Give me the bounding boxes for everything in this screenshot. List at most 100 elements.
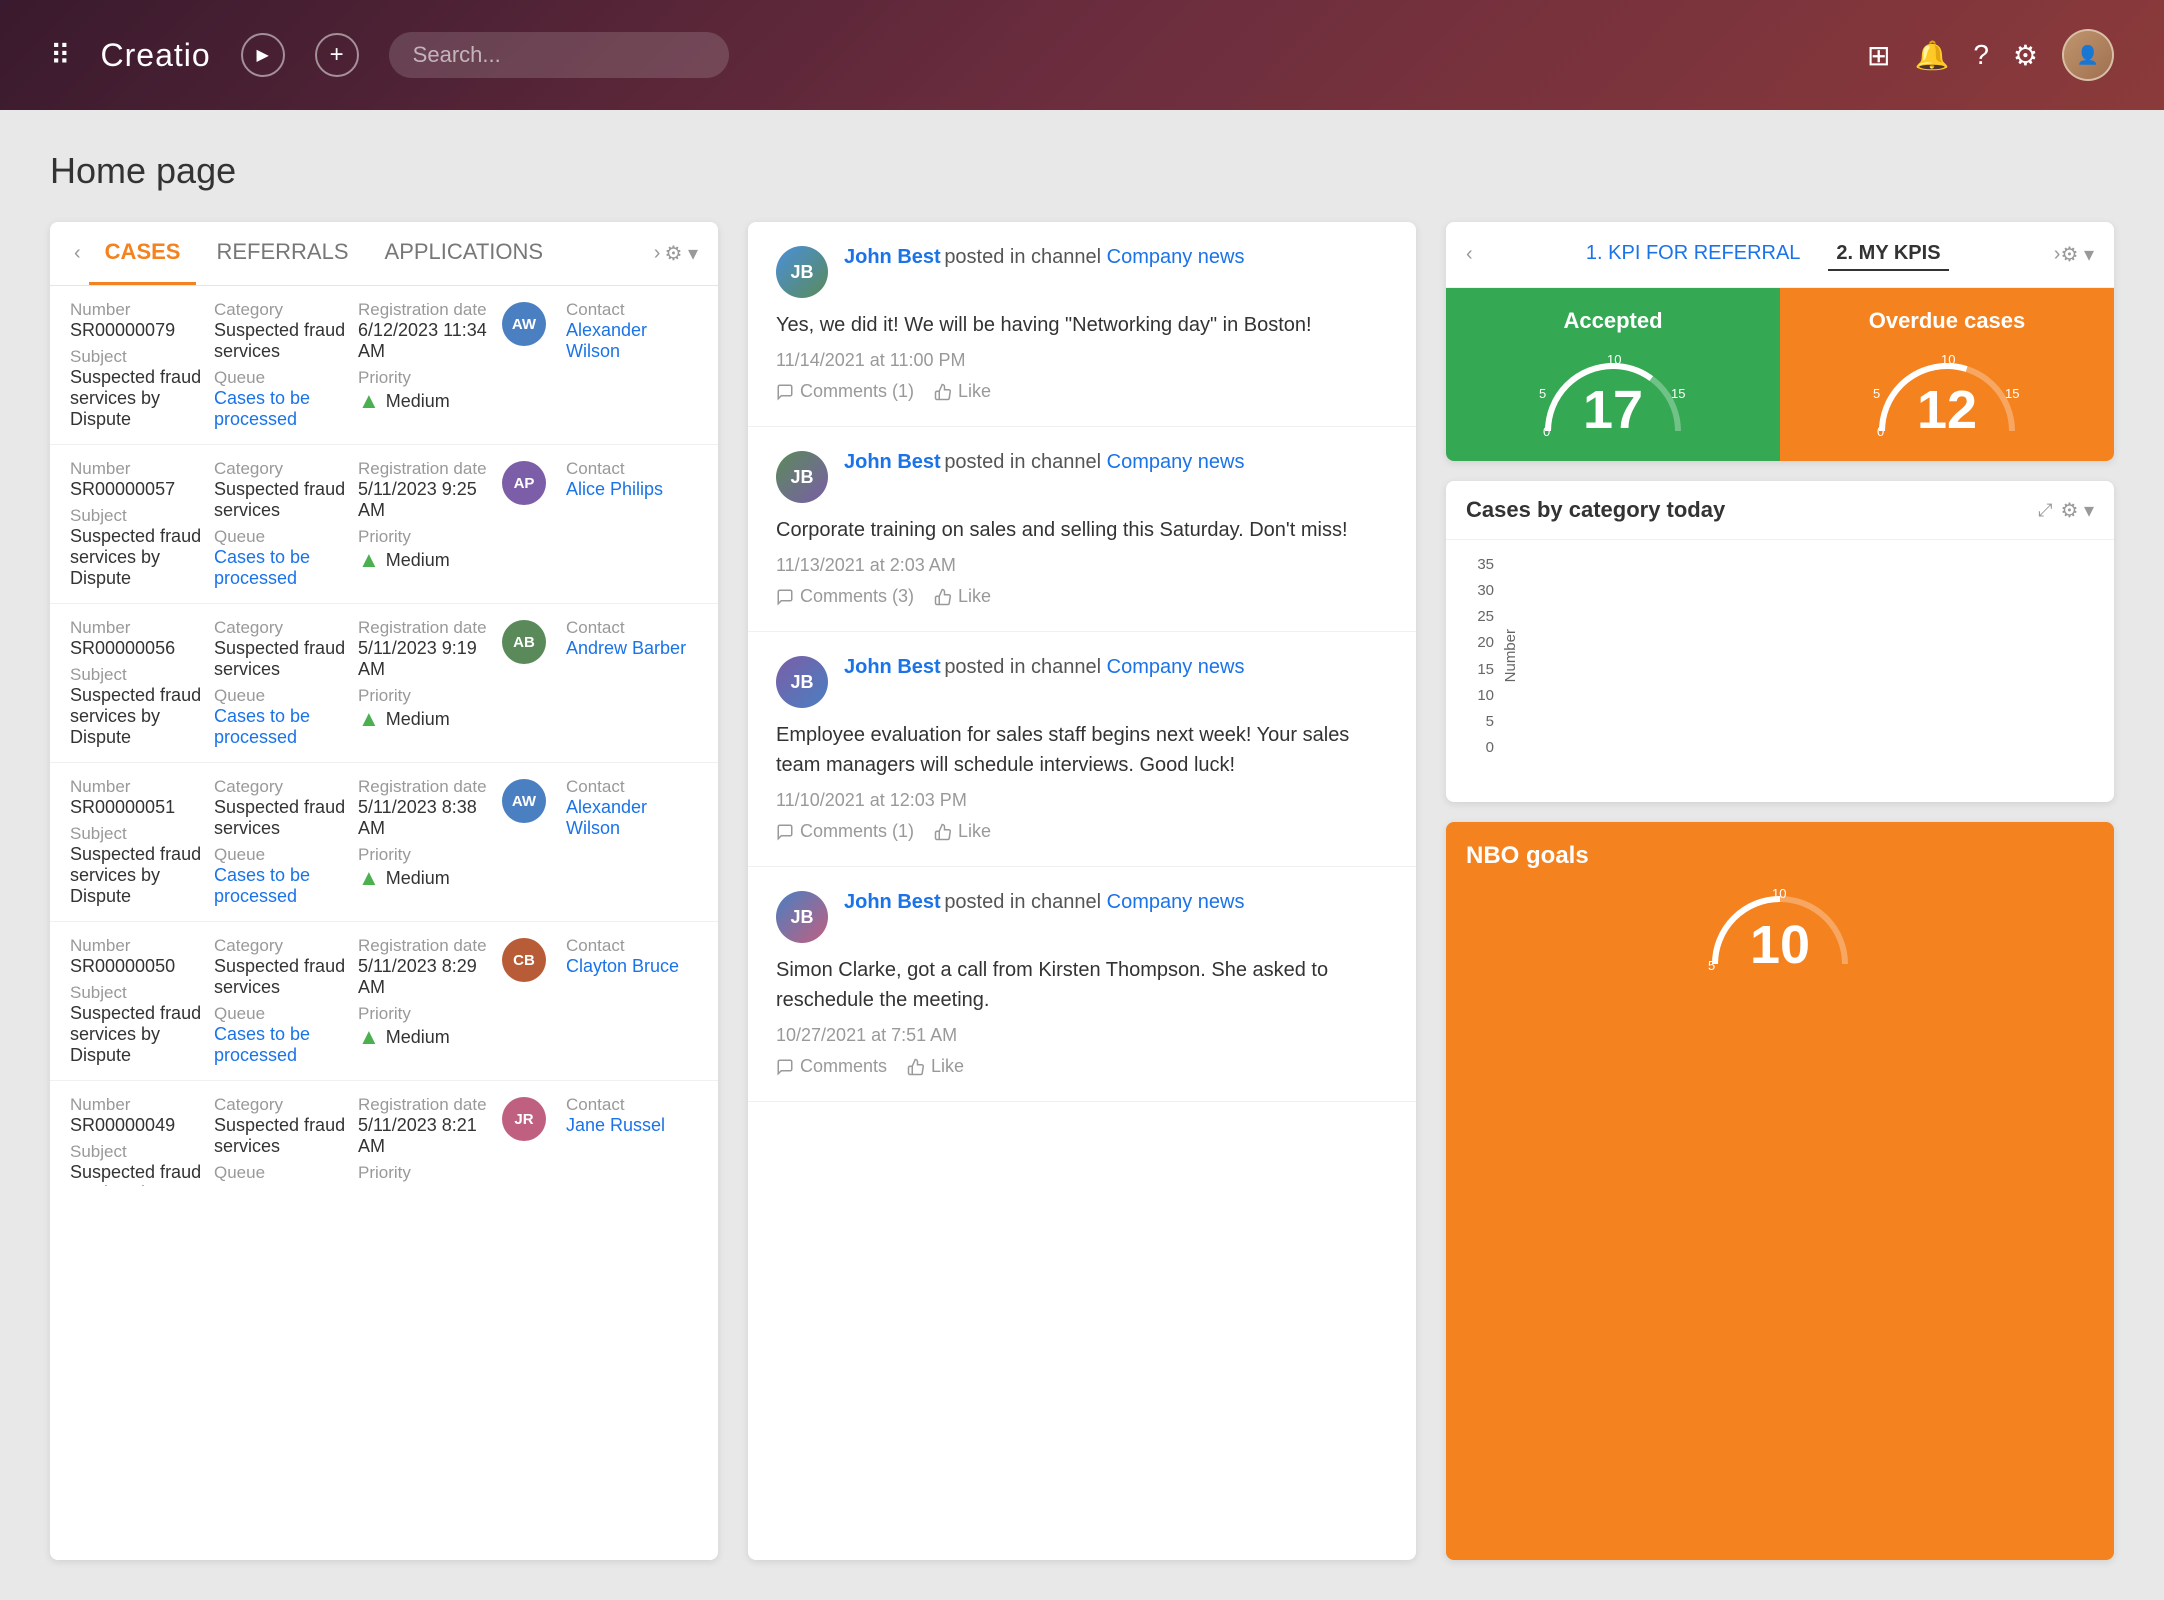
feed-channel[interactable]: Company news xyxy=(1107,891,1245,913)
feed-comments-btn[interactable]: Comments (3) xyxy=(776,586,914,607)
comment-icon xyxy=(776,588,794,606)
case-subject-label: Subject xyxy=(70,1142,202,1162)
feed-list: JB John Best posted in channel Company n… xyxy=(748,222,1416,1122)
case-contact-label: Contact xyxy=(566,459,698,479)
case-contact-group: Contact Alexander Wilson xyxy=(566,777,698,839)
thumb-up-icon xyxy=(934,823,952,841)
case-queue-value[interactable]: Cases to be processed xyxy=(214,1024,346,1066)
feed-comments-btn[interactable]: Comments (1) xyxy=(776,821,914,842)
case-contact-value[interactable]: Alexander Wilson xyxy=(566,320,698,362)
tab-referrals[interactable]: REFERRALS xyxy=(200,222,364,285)
settings-icon[interactable]: ⚙ xyxy=(2013,39,2038,72)
y-label-15: 15 xyxy=(1477,661,1494,678)
feed-item: JB John Best posted in channel Company n… xyxy=(748,867,1416,1102)
case-row: Number SR00000079 Subject Suspected frau… xyxy=(50,286,718,445)
feed-item: JB John Best posted in channel Company n… xyxy=(748,1102,1416,1122)
feed-comments-btn[interactable]: Comments xyxy=(776,1056,887,1077)
chart-section: Cases by category today ⤢ ⚙ ▾ 35 30 25 2… xyxy=(1446,481,2114,802)
case-avatar: JR xyxy=(502,1095,554,1141)
tab-cases[interactable]: CASES xyxy=(89,222,197,285)
tab-applications[interactable]: APPLICATIONS xyxy=(369,222,560,285)
case-avatar: AW xyxy=(502,300,554,346)
case-date-group: Registration date 6/12/2023 11:34 AM Pri… xyxy=(358,300,490,414)
case-contact-value[interactable]: Jane Russel xyxy=(566,1115,698,1136)
case-category-group: Category Suspected fraud services Queue … xyxy=(214,618,346,748)
dashboard-icon[interactable]: ⊞ xyxy=(1867,39,1890,72)
chart-y-axis: 35 30 25 20 15 10 5 0 xyxy=(1466,556,1494,786)
case-queue-value[interactable]: Cases to be processed xyxy=(214,388,346,430)
case-date-label: Registration date xyxy=(358,1095,490,1115)
nbo-section: NBO goals 5 10 10 xyxy=(1446,822,2114,1560)
play-button[interactable]: ▶ xyxy=(241,33,285,77)
tab-prev-arrow[interactable]: ‹ xyxy=(70,238,85,269)
case-queue-value[interactable]: Cases to be processed xyxy=(214,865,346,907)
case-subject-label: Subject xyxy=(70,983,202,1003)
case-category-group: Category Suspected fraud services Queue … xyxy=(214,300,346,430)
feed-meta: John Best posted in channel Company news xyxy=(844,451,1388,474)
feed-actions: Comments (3) Like xyxy=(776,586,1388,607)
nbo-title: NBO goals xyxy=(1466,842,2094,870)
tab-next-arrow[interactable]: › xyxy=(654,242,661,265)
case-contact-value[interactable]: Andrew Barber xyxy=(566,638,698,659)
feed-channel[interactable]: Company news xyxy=(1107,656,1245,678)
chart-expand-icon[interactable]: ⤢ xyxy=(2038,500,2052,521)
feed-like-btn[interactable]: Like xyxy=(934,381,991,402)
add-button[interactable]: + xyxy=(315,33,359,77)
feed-item-header: JB John Best posted in channel Company n… xyxy=(776,656,1388,708)
help-icon[interactable]: ? xyxy=(1973,39,1989,71)
feed-like-btn[interactable]: Like xyxy=(907,1056,964,1077)
cases-panel-settings[interactable]: ⚙ ▾ xyxy=(664,241,698,266)
case-queue-value[interactable]: Cases to be processed xyxy=(214,547,346,589)
feed-meta: John Best posted in channel Company news xyxy=(844,656,1388,679)
search-input[interactable] xyxy=(389,32,729,78)
case-category-value: Suspected fraud services xyxy=(214,956,346,998)
case-category-value: Suspected fraud services xyxy=(214,797,346,839)
case-date-value: 5/11/2023 9:25 AM xyxy=(358,479,490,521)
case-contact-group: Contact Alexander Wilson xyxy=(566,300,698,362)
kpi-settings[interactable]: ⚙ ▾ xyxy=(2060,242,2094,267)
y-label-10: 10 xyxy=(1477,687,1494,704)
cases-list: Number SR00000079 Subject Suspected frau… xyxy=(50,286,718,1186)
case-queue-label: Queue xyxy=(214,1004,346,1024)
kpi-next-arrow[interactable]: › xyxy=(2054,243,2061,266)
case-avatar-img: JR xyxy=(502,1097,546,1141)
kpi-tab-my[interactable]: 2. MY KPIS xyxy=(1828,238,1948,271)
chart-header: Cases by category today ⤢ ⚙ ▾ xyxy=(1446,481,2114,540)
case-contact-value[interactable]: Alice Philips xyxy=(566,479,698,500)
feed-user[interactable]: John Best xyxy=(844,891,941,913)
logo-text: Creatio xyxy=(101,37,211,74)
case-avatar: AW xyxy=(502,777,554,823)
feed-action-text: posted in channel xyxy=(944,656,1106,678)
chart-settings[interactable]: ⚙ ▾ xyxy=(2060,498,2094,523)
case-priority-label: Priority xyxy=(358,845,490,865)
feed-channel[interactable]: Company news xyxy=(1107,451,1245,473)
content-grid: ‹ CASES REFERRALS APPLICATIONS › ⚙ ▾ Num… xyxy=(50,222,2114,1560)
kpi-prev-arrow[interactable]: ‹ xyxy=(1466,243,1473,266)
case-contact-group: Contact Andrew Barber xyxy=(566,618,698,659)
feed-actions: Comments (1) Like xyxy=(776,821,1388,842)
case-contact-value[interactable]: Alexander Wilson xyxy=(566,797,698,839)
grid-menu-icon[interactable]: ⠿ xyxy=(50,39,71,72)
feed-channel[interactable]: Company news xyxy=(1107,246,1245,268)
feed-comments-btn[interactable]: Comments (1) xyxy=(776,381,914,402)
feed-user[interactable]: John Best xyxy=(844,656,941,678)
svg-text:10: 10 xyxy=(1607,352,1621,367)
feed-user[interactable]: John Best xyxy=(844,451,941,473)
case-number-label: Number xyxy=(70,618,202,638)
case-avatar: AB xyxy=(502,618,554,664)
feed-like-btn[interactable]: Like xyxy=(934,821,991,842)
kpi-tab-referral[interactable]: 1. KPI FOR REFERRAL xyxy=(1578,238,1809,271)
y-label-30: 30 xyxy=(1477,582,1494,599)
svg-text:5: 5 xyxy=(1539,386,1546,401)
case-contact-value[interactable]: Clayton Bruce xyxy=(566,956,698,977)
user-avatar[interactable]: 👤 xyxy=(2062,29,2114,81)
notifications-icon[interactable]: 🔔 xyxy=(1914,39,1949,72)
main-content: Home page ‹ CASES REFERRALS APPLICATIONS… xyxy=(0,110,2164,1600)
case-contact-label: Contact xyxy=(566,618,698,638)
feed-user[interactable]: John Best xyxy=(844,246,941,268)
case-queue-value[interactable]: Cases to be processed xyxy=(214,706,346,748)
feed-like-btn[interactable]: Like xyxy=(934,586,991,607)
case-queue-label: Queue xyxy=(214,368,346,388)
kpi-accepted-title: Accepted xyxy=(1563,308,1662,334)
feed-body: Employee evaluation for sales staff begi… xyxy=(776,720,1388,780)
